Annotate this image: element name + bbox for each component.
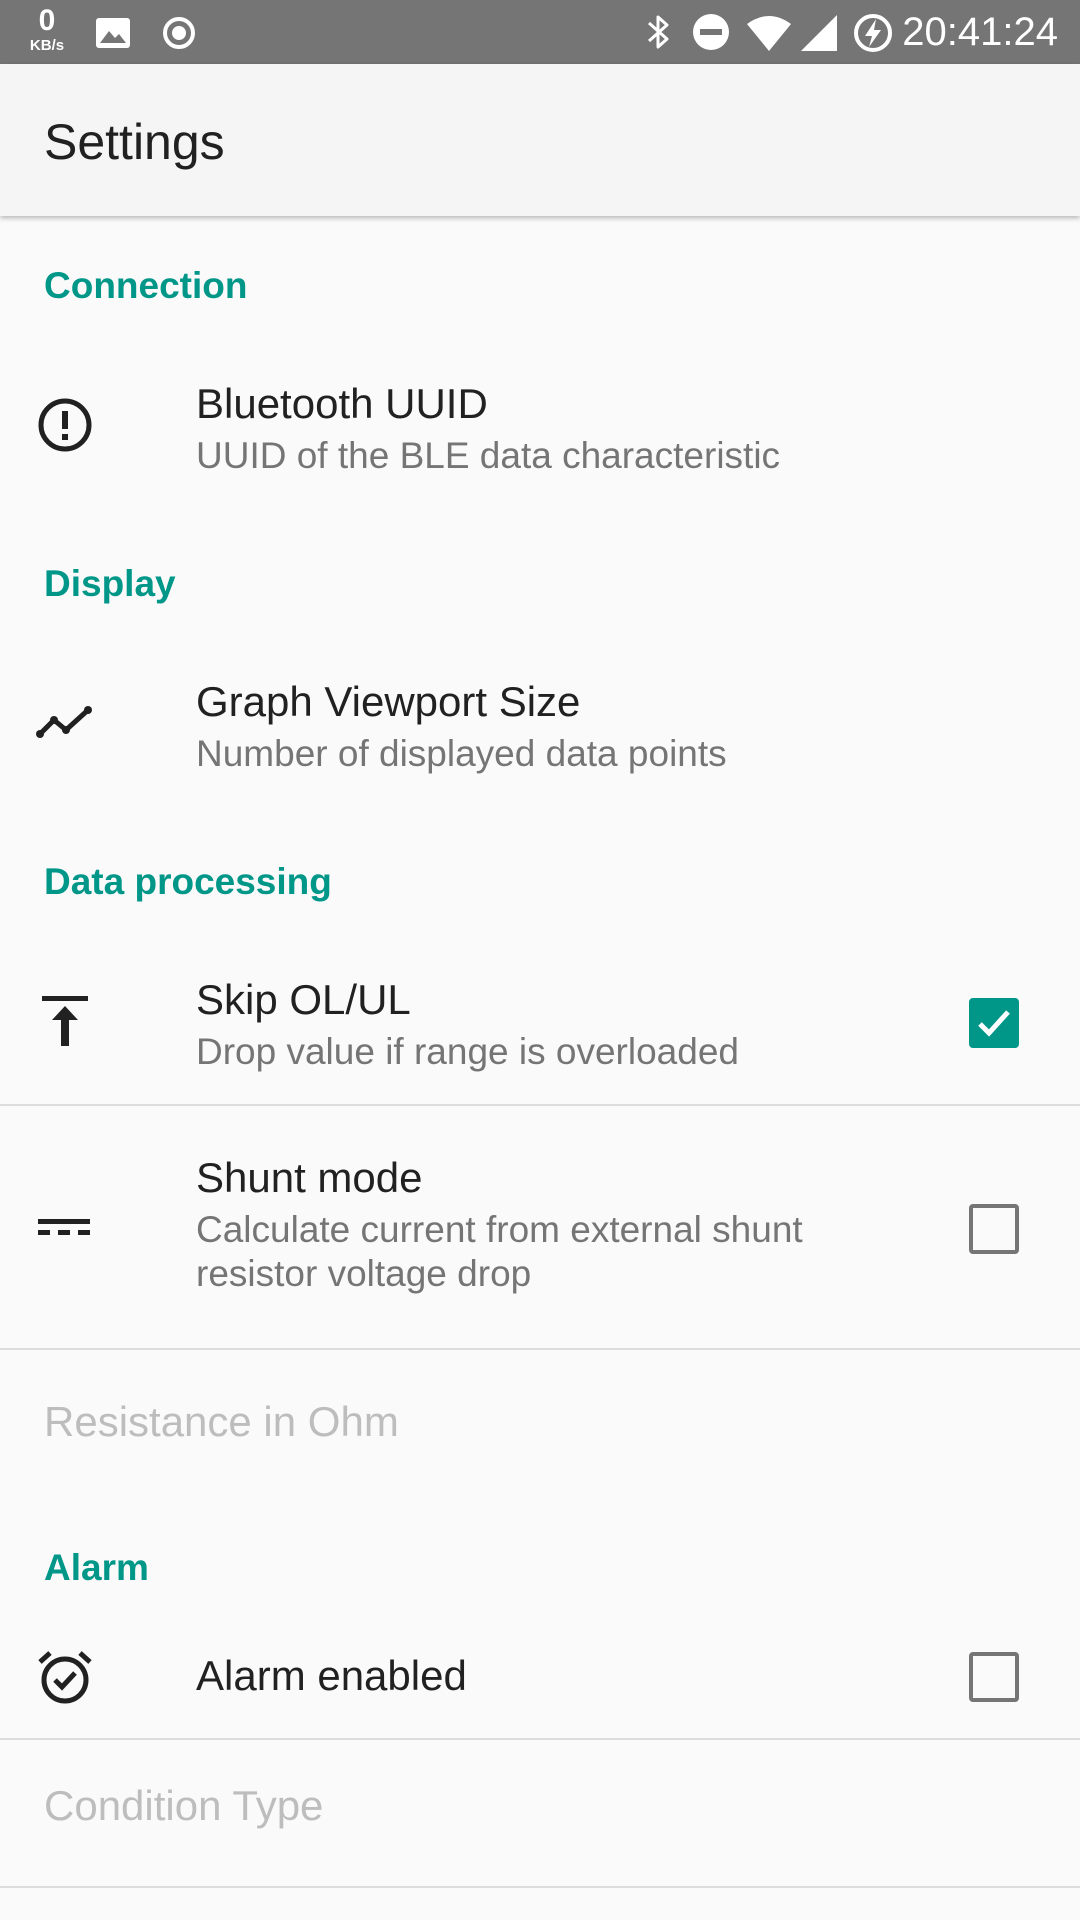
pref-title-disabled: Resistance in Ohm xyxy=(44,1398,399,1445)
alarm-on-icon xyxy=(36,1648,94,1706)
pref-title-disabled: Condition Type xyxy=(44,1782,324,1829)
signal-icon xyxy=(800,14,838,57)
pref-title: Skip OL/UL xyxy=(196,976,411,1023)
shunt-mode-checkbox[interactable] xyxy=(969,1204,1019,1254)
pref-title: Bluetooth UUID xyxy=(196,380,488,427)
dc-current-icon xyxy=(36,1198,94,1256)
pref-alarm-enabled[interactable]: Alarm enabled xyxy=(0,1614,1080,1738)
alarm-enabled-checkbox[interactable] xyxy=(969,1652,1019,1702)
pref-shunt-mode[interactable]: Shunt mode Calculate current from extern… xyxy=(0,1106,1080,1348)
settings-list: Connection Bluetooth UUID UUID of the BL… xyxy=(0,216,1080,1920)
bluetooth-icon xyxy=(646,12,672,57)
category-data-processing: Data processing xyxy=(44,861,332,902)
network-speed-value: 0 xyxy=(38,4,56,37)
pref-summary-line-1: Calculate current from external shunt xyxy=(196,1209,803,1250)
status-time: 20:41:24 xyxy=(902,10,1058,54)
divider xyxy=(0,1886,1080,1888)
skip-ol-ul-checkbox[interactable] xyxy=(969,998,1019,1048)
pref-title: Alarm enabled xyxy=(196,1652,467,1699)
vertical-align-top-icon xyxy=(36,992,94,1050)
pref-summary: UUID of the BLE data characteristic xyxy=(196,435,781,476)
battery-charging-icon xyxy=(852,12,894,59)
pref-title: Graph Viewport Size xyxy=(196,678,581,725)
pref-skip-ol-ul[interactable]: Skip OL/UL Drop value if range is overlo… xyxy=(0,940,1080,1104)
image-icon xyxy=(96,18,130,53)
pref-bluetooth-uuid[interactable]: Bluetooth UUID UUID of the BLE data char… xyxy=(0,344,1080,504)
category-connection: Connection xyxy=(44,265,248,306)
do-not-disturb-icon xyxy=(692,13,730,56)
status-bar: 0 KB/s 20:41:24 xyxy=(0,0,1080,64)
pref-summary-line-2: resistor voltage drop xyxy=(196,1253,532,1294)
network-speed-indicator: 0 KB/s xyxy=(22,4,72,54)
pref-summary: Number of displayed data points xyxy=(196,733,727,774)
pref-resistance-in-ohm: Resistance in Ohm xyxy=(0,1350,1080,1500)
pref-condition-type: Condition Type xyxy=(0,1740,1080,1888)
pref-graph-viewport-size[interactable]: Graph Viewport Size Number of displayed … xyxy=(0,642,1080,802)
record-icon xyxy=(162,16,196,55)
wifi-icon xyxy=(746,14,792,57)
line-chart-icon xyxy=(36,692,94,750)
network-speed-unit: KB/s xyxy=(29,37,65,54)
page-title: Settings xyxy=(44,114,225,170)
pref-title: Shunt mode xyxy=(196,1154,423,1201)
alert-circle-icon xyxy=(36,396,94,454)
category-alarm: Alarm xyxy=(44,1547,149,1588)
category-display: Display xyxy=(44,563,176,604)
app-bar: Settings xyxy=(0,64,1080,216)
pref-summary: Drop value if range is overloaded xyxy=(196,1031,739,1072)
